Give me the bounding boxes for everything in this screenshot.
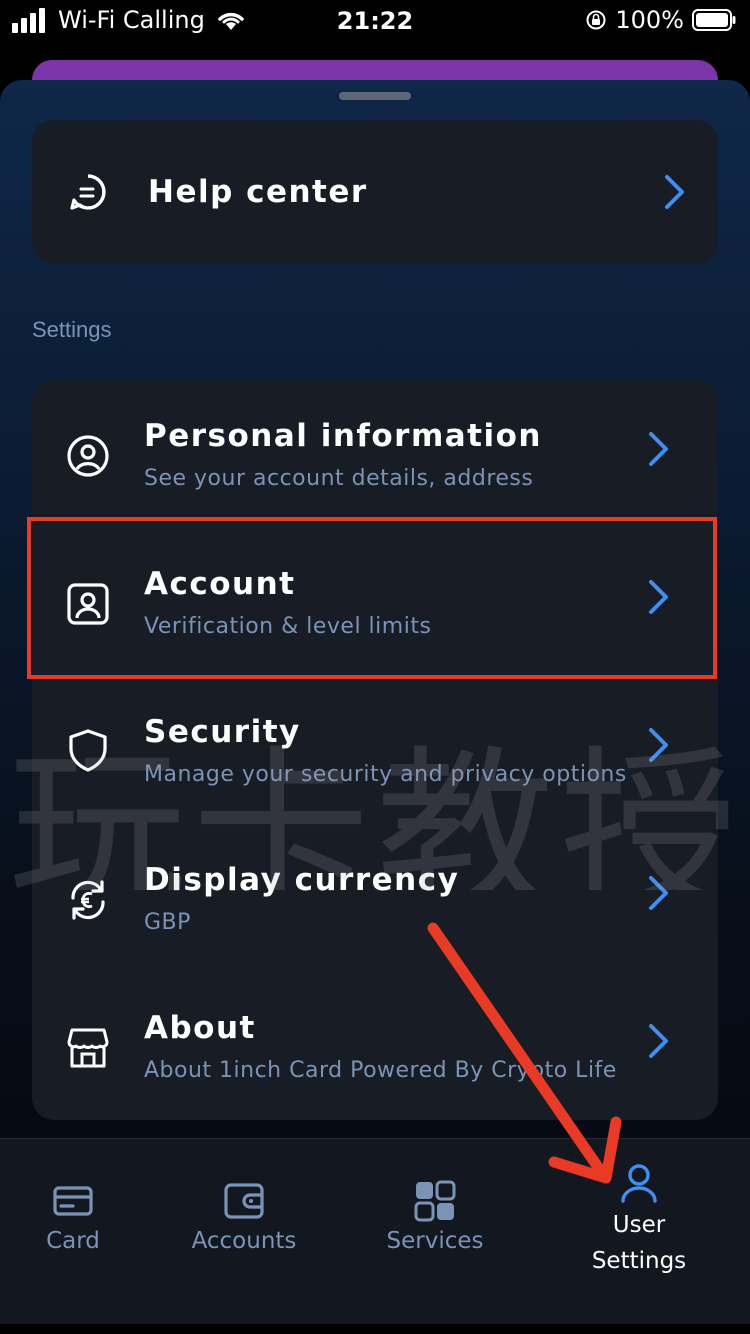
about-subtitle: About 1inch Card Powered By Crypto Life bbox=[144, 1058, 617, 1083]
display-currency-row[interactable]: Display currency GBP bbox=[32, 824, 718, 972]
card-icon bbox=[53, 1186, 93, 1216]
grid-icon bbox=[414, 1180, 456, 1222]
store-icon bbox=[67, 1028, 109, 1068]
about-row[interactable]: About About 1inch Card Powered By Crypto… bbox=[32, 972, 718, 1120]
security-row[interactable]: Security Manage your security and privac… bbox=[32, 676, 718, 824]
rotation-lock-icon bbox=[586, 10, 606, 30]
about-title: About bbox=[144, 1010, 256, 1046]
shield-icon bbox=[69, 729, 107, 772]
help-center-row[interactable]: Help center bbox=[32, 120, 718, 264]
currency-exchange-icon bbox=[71, 880, 105, 920]
user-circle-icon bbox=[67, 435, 109, 477]
tab-services-label: Services bbox=[386, 1228, 484, 1254]
help-center-title: Help center bbox=[148, 174, 368, 210]
chevron-right-icon bbox=[649, 1024, 668, 1058]
battery-percent: 100% bbox=[615, 6, 684, 34]
settings-section-label: Settings bbox=[32, 317, 112, 342]
chevron-right-icon bbox=[649, 728, 668, 762]
chevron-right-icon bbox=[649, 876, 668, 910]
chevron-right-icon bbox=[649, 432, 668, 466]
status-bar: Wi-Fi Calling 21:22 100% bbox=[0, 0, 750, 44]
security-title: Security bbox=[144, 714, 301, 750]
display-currency-title: Display currency bbox=[144, 862, 460, 898]
security-subtitle: Manage your security and privacy options bbox=[144, 762, 627, 787]
help-center-item[interactable]: Help center bbox=[32, 120, 718, 264]
account-highlight-box bbox=[27, 517, 717, 679]
tab-card[interactable]: Card bbox=[0, 1139, 146, 1325]
personal-information-row[interactable]: Personal information See your account de… bbox=[32, 380, 718, 528]
battery-icon bbox=[692, 9, 736, 31]
tab-card-label: Card bbox=[46, 1228, 100, 1254]
tab-user-settings-line1: User bbox=[612, 1212, 666, 1238]
home-indicator-area bbox=[0, 1324, 750, 1334]
tab-accounts-label: Accounts bbox=[191, 1228, 297, 1254]
tab-services[interactable]: Services bbox=[362, 1139, 508, 1325]
display-currency-value: GBP bbox=[144, 910, 191, 935]
tab-user-settings[interactable]: User Settings bbox=[566, 1139, 712, 1325]
sheet-drag-handle[interactable] bbox=[339, 92, 411, 100]
tab-user-settings-line2: Settings bbox=[591, 1248, 687, 1274]
tab-user-settings-label: User Settings bbox=[566, 1207, 712, 1279]
chevron-right-icon bbox=[665, 175, 684, 209]
tab-accounts[interactable]: Accounts bbox=[170, 1139, 318, 1325]
personal-information-subtitle: See your account details, address bbox=[144, 466, 534, 491]
chat-help-icon bbox=[70, 174, 106, 210]
personal-information-title: Personal information bbox=[144, 418, 542, 454]
tab-bar: Card Accounts Services User Settings bbox=[0, 1138, 750, 1325]
wallet-icon bbox=[224, 1183, 264, 1219]
settings-list: Personal information See your account de… bbox=[32, 380, 718, 1120]
user-icon bbox=[621, 1164, 657, 1203]
